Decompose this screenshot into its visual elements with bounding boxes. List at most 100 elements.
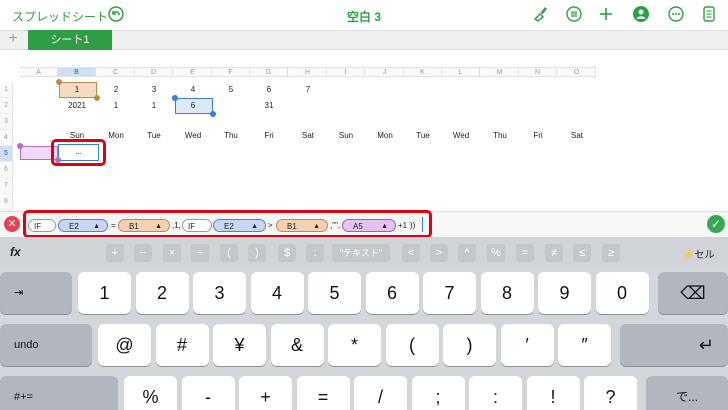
column-header-a[interactable]: A <box>20 67 58 77</box>
e2-reference-token[interactable]: E2 ▲ <box>213 219 266 232</box>
row-header-6[interactable]: 6 <box>0 162 13 178</box>
tab-sheet1[interactable]: シート1 <box>28 30 112 50</box>
range-handle[interactable] <box>17 143 23 149</box>
symbol-key[interactable]: ′ <box>500 324 554 366</box>
digit-key-5[interactable]: 5 <box>308 272 361 314</box>
cell-row1[interactable]: 5 <box>212 82 250 98</box>
digit-key-9[interactable]: 9 <box>538 272 591 314</box>
cell-row4[interactable]: Sat <box>558 128 596 144</box>
if-function-token[interactable]: IF <box>28 219 56 232</box>
cell-reference-toggle[interactable]: ⚡セル <box>682 246 714 261</box>
doc-icon[interactable] <box>699 5 719 25</box>
symbol-key[interactable]: ″ <box>558 324 611 366</box>
digit-key-0[interactable]: 0 <box>595 272 649 314</box>
symbol-key[interactable]: : <box>469 376 522 410</box>
range-handle[interactable] <box>55 157 61 163</box>
row-header-4[interactable]: 4 <box>0 130 13 146</box>
operator-key[interactable]: "テキスト" <box>332 244 390 262</box>
symbol-key[interactable]: * <box>328 324 381 366</box>
symbol-key[interactable]: ! <box>526 376 580 410</box>
symbol-key[interactable]: ) <box>443 324 496 366</box>
cell-row4[interactable]: Wed <box>442 128 480 144</box>
symbol-key[interactable]: & <box>270 324 324 366</box>
cell-row1[interactable]: 2 <box>97 82 135 98</box>
digit-key-8[interactable]: 8 <box>480 272 534 314</box>
cell-row4[interactable]: Mon <box>366 128 404 144</box>
cancel-formula-icon[interactable]: ✕ <box>4 216 20 232</box>
operator-key[interactable]: ≥ <box>602 244 620 262</box>
operator-key[interactable]: ≠ <box>545 244 563 262</box>
symbol-key[interactable]: ¥ <box>213 324 266 366</box>
operator-key[interactable]: + <box>106 244 124 262</box>
cell-row4[interactable]: Fri <box>519 128 557 144</box>
symbol-key[interactable]: % <box>124 376 177 410</box>
operator-key[interactable]: < <box>402 244 420 262</box>
operator-key[interactable]: ≤ <box>573 244 591 262</box>
e2-reference-token[interactable]: E2 ▲ <box>58 219 108 232</box>
column-header-i[interactable]: I <box>327 67 365 77</box>
row-header-2[interactable]: 2 <box>0 98 13 114</box>
cell-row1[interactable]: 3 <box>135 82 173 98</box>
return-key[interactable]: ↵ <box>620 324 728 366</box>
symbol-key[interactable]: / <box>354 376 407 410</box>
column-header-l[interactable]: L <box>442 67 480 77</box>
add-sheet-button[interactable]: + <box>4 31 22 49</box>
column-header-m[interactable]: M <box>481 67 519 77</box>
symbol-key[interactable]: @ <box>98 324 151 366</box>
cell-row4[interactable]: Tue <box>135 128 173 144</box>
cell-row2[interactable]: 1 <box>97 98 135 114</box>
accept-formula-icon[interactable]: ✓ <box>707 215 725 233</box>
cell-b5[interactable]: ... <box>58 144 99 161</box>
collaborate-icon[interactable] <box>631 5 651 25</box>
cell-row2[interactable]: 1 <box>135 98 173 114</box>
plus-icon[interactable] <box>596 5 616 25</box>
cell-row1[interactable]: 6 <box>250 82 288 98</box>
document-title[interactable]: 空白 3 <box>0 8 728 25</box>
row-header-1[interactable]: 1 <box>0 82 13 98</box>
column-header-k[interactable]: K <box>404 67 442 77</box>
column-header-b[interactable]: B <box>58 67 96 77</box>
symbol-key[interactable]: ; <box>411 376 465 410</box>
cell-row2[interactable]: 6 <box>174 98 212 114</box>
cell-row4[interactable]: Fri <box>250 128 288 144</box>
row-header-7[interactable]: 7 <box>0 178 13 194</box>
cell-row2[interactable]: 31 <box>250 98 288 114</box>
cell-row1[interactable]: 7 <box>289 82 327 98</box>
column-header-e[interactable]: E <box>174 67 212 77</box>
cell-row1[interactable]: 1 <box>58 82 96 98</box>
column-header-j[interactable]: J <box>366 67 404 77</box>
column-header-d[interactable]: D <box>135 67 173 77</box>
operator-key[interactable]: : <box>306 244 324 262</box>
b1-reference-token[interactable]: B1 ▲ <box>118 219 170 232</box>
operator-key[interactable]: ÷ <box>191 244 209 262</box>
operator-key[interactable]: − <box>134 244 152 262</box>
cell-row4[interactable]: Sun <box>327 128 365 144</box>
row-header-5[interactable]: 5 <box>0 146 13 162</box>
cell-row4[interactable]: Thu <box>481 128 519 144</box>
a5-reference-token[interactable]: A5 ▲ <box>342 219 396 232</box>
cell-row1[interactable]: 4 <box>174 82 212 98</box>
b1-reference-token[interactable]: B1 ▲ <box>276 219 328 232</box>
column-header-h[interactable]: H <box>289 67 327 77</box>
operator-key[interactable]: ) <box>248 244 266 262</box>
operator-key[interactable]: > <box>430 244 448 262</box>
row-header-3[interactable]: 3 <box>0 114 13 130</box>
digit-key-6[interactable]: 6 <box>365 272 419 314</box>
operator-key[interactable]: × <box>163 244 181 262</box>
cell-row2[interactable]: 2021 <box>58 98 96 114</box>
operator-key[interactable]: ^ <box>458 244 476 262</box>
if-function-token[interactable]: IF <box>182 219 212 232</box>
bottom-right-key[interactable]: で... <box>646 376 728 410</box>
operator-key[interactable]: % <box>487 244 505 262</box>
list-icon[interactable] <box>564 5 584 25</box>
operator-key[interactable]: $ <box>278 244 296 262</box>
column-header-o[interactable]: O <box>558 67 596 77</box>
digit-key-2[interactable]: 2 <box>135 272 189 314</box>
cell-row4[interactable]: Wed <box>174 128 212 144</box>
fx-function-browser-button[interactable]: fx <box>10 245 21 259</box>
symbol-key[interactable]: ? <box>584 376 637 410</box>
symbol-key[interactable]: = <box>296 376 350 410</box>
operator-key[interactable]: ( <box>220 244 238 262</box>
column-header-n[interactable]: N <box>519 67 557 77</box>
row-header-8[interactable]: 8 <box>0 194 13 210</box>
